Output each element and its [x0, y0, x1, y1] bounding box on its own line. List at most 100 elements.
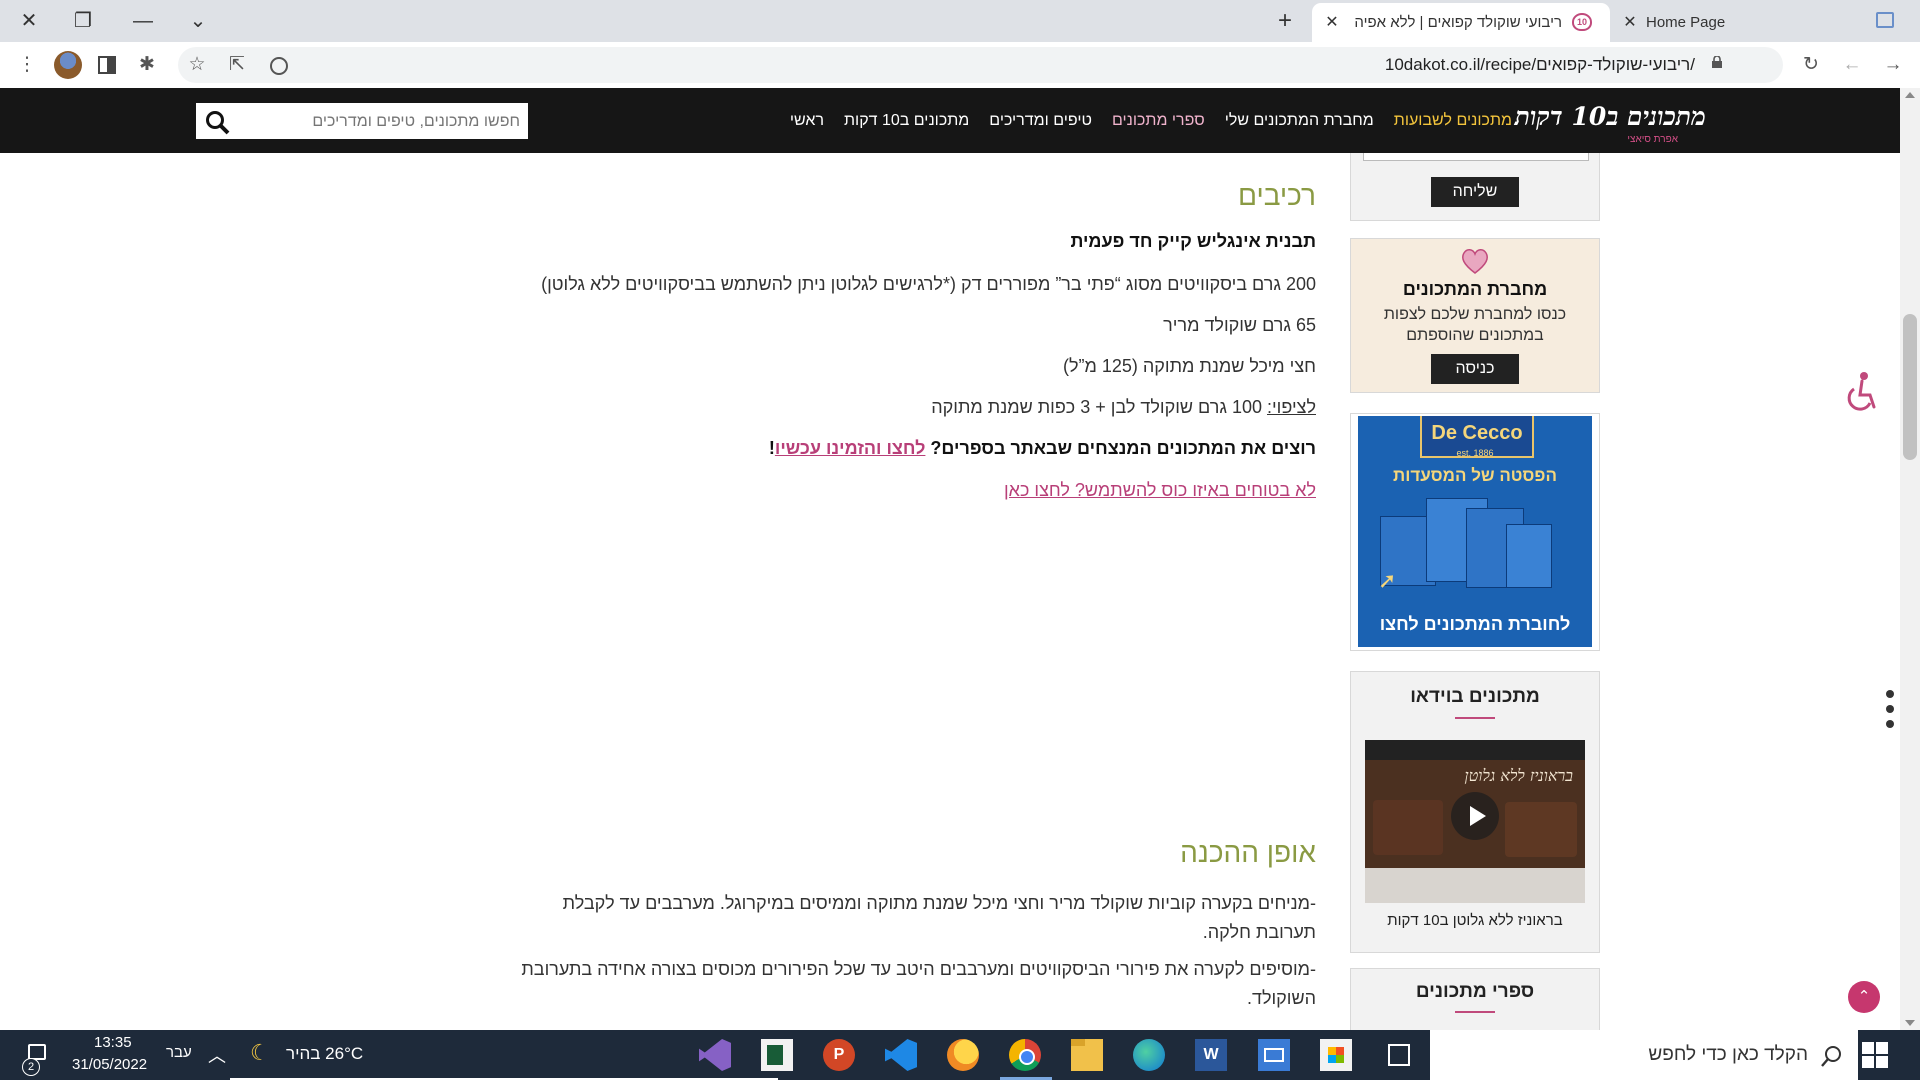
nav-shavuot[interactable]: מתכונים לשבועות	[1394, 112, 1512, 130]
nav-recipes[interactable]: מתכונים ב10 דקות	[844, 112, 969, 130]
search-icon[interactable]	[204, 109, 230, 135]
reload-icon[interactable]: ↻	[1796, 50, 1826, 80]
cup-size-link[interactable]: לא בטוחים באיזו כוס להשתמש? לחצו כאן	[1004, 480, 1316, 501]
visual-studio-icon[interactable]	[699, 1039, 731, 1071]
tab-home-page[interactable]: Home Page ✕	[1614, 3, 1864, 42]
site-logo[interactable]: מתכונים ב10 דקות אפרת סיאצי	[1515, 96, 1706, 146]
clock-time[interactable]: 13:35	[94, 1034, 132, 1051]
books-widget-title: ספרי מתכונים	[1415, 981, 1535, 1002]
site-header: מתכונים ב10 דקות אפרת סיאצי ראשי מתכונים…	[0, 88, 1900, 153]
address-bar[interactable]: ☆ ⇱ 10dakot.co.il/recipe/ריבועי-שוקולד-ק…	[178, 47, 1783, 83]
search-input[interactable]	[238, 103, 522, 141]
powerpoint-icon[interactable]: P	[823, 1039, 855, 1071]
ingredient-item: 65 גרם שוקולד מריר	[1163, 315, 1316, 335]
show-hidden-icons-chevron[interactable]: ︿	[208, 1042, 226, 1068]
windows-start-icon[interactable]	[1862, 1042, 1888, 1068]
tab-recipe[interactable]: 10 ריבועי שוקולד קפואים | ללא אפיה ✕	[1312, 3, 1610, 42]
notebook-text: כנסו למחברת שלכם לצפות במתכונים שהוספתם	[1383, 306, 1567, 344]
lock-icon[interactable]	[1711, 56, 1723, 68]
video-thumb-title: בראוניז ללא גלוטן	[1464, 766, 1573, 785]
notification-count-badge: 2	[22, 1058, 40, 1076]
order-books-link[interactable]: לחצו והזמינו עכשיו	[775, 438, 926, 458]
reading-mode-icon[interactable]	[98, 56, 116, 74]
video-caption[interactable]: בראוניז ללא גלוטן ב10 דקות	[1351, 912, 1599, 929]
title-underline	[1455, 1011, 1495, 1013]
prep-step: -מוסיפים לקערה את פירורי הביסקוויטים ומע…	[521, 959, 1316, 1008]
moon-icon[interactable]: ☾	[250, 1040, 270, 1066]
url-text[interactable]: 10dakot.co.il/recipe/ריבועי-שוקולד-קפואי…	[1385, 47, 1695, 83]
preparation-heading: אופן ההכנה	[1180, 837, 1316, 868]
ingredient-item: 200 גרם ביסקוויטים מסוג “פתי בר” מפוררים…	[541, 274, 1316, 294]
logo-text: מתכונים ב10 דקות	[1514, 102, 1706, 131]
mail-icon[interactable]	[1258, 1039, 1290, 1071]
video-widget: מתכונים בוידאו בראוניז ללא גלוטן בראוניז…	[1350, 671, 1600, 953]
nav-tips[interactable]: טיפים ומדריכים	[989, 112, 1092, 130]
weather-app-icon[interactable]	[947, 1039, 979, 1071]
coating-label: לציפוי:	[1267, 397, 1316, 417]
pan-line: תבנית אינגליש קייק חד פעמית	[1070, 231, 1316, 251]
books-widget: ספרי מתכונים	[1350, 968, 1600, 1030]
back-arrow-icon[interactable]: →	[1878, 50, 1908, 80]
bookmark-star-icon[interactable]: ☆	[182, 50, 212, 80]
task-view-icon[interactable]	[1388, 1044, 1410, 1066]
extensions-puzzle-icon[interactable]: ✱	[132, 50, 162, 80]
coating-line: לציפוי: 100 גרם שוקולד לבן + 3 כפות שמנת…	[931, 397, 1316, 418]
thumb-strip	[1365, 740, 1585, 760]
plate-image	[1365, 868, 1585, 903]
taskbar-search-text: הקלד כאן כדי לחפש	[1648, 1044, 1808, 1065]
new-tab-button[interactable]: +	[1270, 6, 1300, 36]
search-icon	[1821, 1046, 1841, 1067]
close-window-icon[interactable]: ✕	[14, 6, 44, 36]
close-tab-icon[interactable]: ✕	[1322, 3, 1342, 42]
browser-tab-bar: ✕ ❐ — ⌄ + 10 ריבועי שוקולד קפואים | ללא …	[0, 0, 1920, 42]
nav-home[interactable]: ראשי	[790, 112, 824, 130]
more-options-icon[interactable]	[1884, 689, 1896, 729]
restore-window-icon[interactable]: ❐	[68, 6, 98, 36]
send-button[interactable]: שליחה	[1431, 177, 1519, 207]
prep-step: -מניחים בקערה קוביות שוקולד מריר וחצי מי…	[562, 893, 1316, 942]
scroll-thumb[interactable]	[1903, 314, 1917, 460]
scroll-down-arrow-icon[interactable]	[1905, 1020, 1915, 1026]
terminal-app-icon[interactable]	[761, 1039, 793, 1071]
heart-icon	[1462, 249, 1488, 274]
nav-my-notebook[interactable]: מחברת המתכונים שלי	[1225, 112, 1374, 130]
microsoft-store-icon[interactable]	[1320, 1039, 1352, 1071]
ad-banner[interactable]: De Cecco est. 1886 הפסטה של המסעדות ➚ לח…	[1358, 416, 1592, 647]
browser-toolbar: ⋮ ✱ ☆ ⇱ 10dakot.co.il/recipe/ריבועי-שוקו…	[0, 42, 1920, 89]
logo-subtitle: אפרת סיאצי	[1627, 134, 1678, 145]
ad-est: est. 1886	[1456, 448, 1494, 458]
zoom-icon[interactable]	[270, 57, 288, 75]
clock-date[interactable]: 31/05/2022	[72, 1056, 147, 1073]
forward-arrow-icon[interactable]: ←	[1837, 50, 1867, 80]
newsletter-input[interactable]	[1363, 153, 1589, 161]
tab-search-chevron-icon[interactable]: ⌄	[183, 6, 213, 36]
word-icon[interactable]: W	[1195, 1039, 1227, 1071]
vscode-icon[interactable]	[885, 1039, 917, 1071]
page-scrollbar[interactable]	[1900, 88, 1920, 1030]
video-thumbnail[interactable]: בראוניז ללא גלוטן	[1365, 740, 1585, 903]
cursor-arrow-icon: ➚	[1378, 568, 1397, 593]
ingredients-heading: רכיבים	[1238, 180, 1316, 211]
side-panel-icon[interactable]	[1876, 12, 1894, 28]
chrome-icon[interactable]	[1009, 1039, 1041, 1071]
notebook-login-button[interactable]: כניסה	[1431, 354, 1519, 384]
play-button-icon[interactable]	[1451, 792, 1499, 840]
newsletter-widget: שליחה	[1350, 153, 1600, 221]
scroll-to-top-button[interactable]: ⌃	[1848, 981, 1880, 1013]
edge-icon[interactable]	[1133, 1039, 1165, 1071]
promo-question: רוצים את המתכונים המנצחים שבאתר בספרים?	[925, 438, 1316, 458]
profile-avatar[interactable]	[54, 51, 82, 79]
minimize-window-icon[interactable]: —	[128, 6, 158, 36]
close-tab-icon[interactable]: ✕	[1620, 3, 1640, 42]
taskbar-search[interactable]: הקלד כאן כדי לחפש	[1430, 1030, 1858, 1080]
taskbar: הקלד כאן כדי לחפש W P 26°C בהיר ☾ ︿ עבר …	[0, 1030, 1920, 1080]
scroll-up-arrow-icon[interactable]	[1905, 92, 1915, 98]
menu-kebab-icon[interactable]: ⋮	[12, 50, 42, 80]
accessibility-icon[interactable]	[1840, 371, 1880, 415]
books-promo: רוצים את המתכונים המנצחים שבאתר בספרים? …	[769, 438, 1316, 459]
share-icon[interactable]: ⇱	[222, 50, 252, 80]
input-language[interactable]: עבר	[166, 1044, 192, 1061]
weather-text[interactable]: 26°C בהיר	[286, 1044, 363, 1064]
nav-books[interactable]: ספרי מתכונים	[1112, 112, 1205, 130]
file-explorer-icon[interactable]	[1071, 1039, 1103, 1071]
